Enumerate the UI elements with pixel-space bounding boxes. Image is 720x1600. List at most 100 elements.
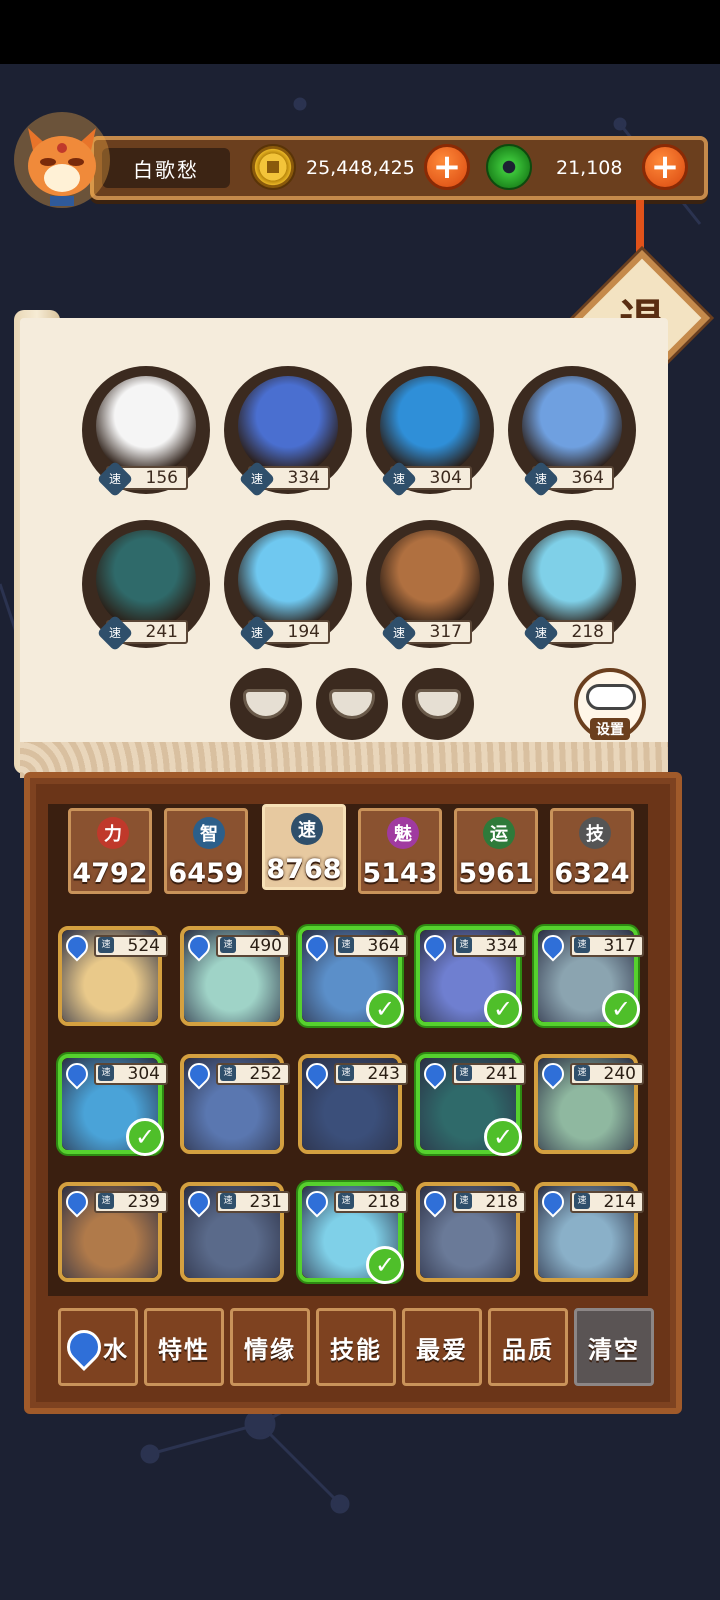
hero-speed-value: 304 <box>127 1064 160 1084</box>
hero-speed-value: 334 <box>485 936 518 956</box>
hero-card[interactable]: 速 317 ✓ <box>534 926 644 1028</box>
hero-card[interactable]: 速 231 <box>180 1182 290 1282</box>
hero-speed-tag: 速 218 <box>301 1186 408 1218</box>
hero-card[interactable]: 速 252 <box>180 1054 290 1154</box>
speed-badge-label: 速 <box>108 626 121 640</box>
empty-bowl-slot[interactable] <box>316 668 388 740</box>
stat-tab-0[interactable]: 力 4792 <box>68 808 152 894</box>
filter-button-6[interactable]: 清空 <box>574 1308 654 1386</box>
speed-badge-icon: 速 <box>338 937 354 953</box>
hero-card[interactable]: 速 218 ✓ <box>298 1182 408 1284</box>
resource-bar: 白歌愁 25,448,425 + 21,108 + <box>90 136 708 200</box>
hero-card[interactable]: 速 490 <box>180 926 290 1026</box>
add-jade-button[interactable]: + <box>642 144 688 190</box>
hero-card[interactable]: 速 364 ✓ <box>298 926 408 1028</box>
team-slot-mahjong-north-tile[interactable]: 速 156 <box>82 366 210 498</box>
hero-speed-value: 239 <box>127 1192 160 1212</box>
team-slot-blue-haired-fox-girl[interactable]: 速 334 <box>224 366 352 498</box>
hero-card[interactable]: 速 214 <box>534 1182 644 1282</box>
fox-mask-avatar-icon[interactable] <box>10 108 114 212</box>
hero-speed-box: 速 252 <box>216 1063 290 1085</box>
hero-card[interactable]: 速 218 <box>416 1182 526 1282</box>
hero-speed-value: 231 <box>249 1192 282 1212</box>
hero-speed-tag: 速 524 <box>61 930 168 962</box>
checkmark-icon: ✓ <box>484 1118 522 1156</box>
team-speed-value: 156 <box>145 468 178 488</box>
water-drop-icon <box>537 1058 569 1090</box>
speed-badge-label: 速 <box>108 472 121 486</box>
team-speed-tag: 速 317 <box>380 614 472 652</box>
speed-badge-label: 速 <box>534 472 547 486</box>
hero-speed-tag: 速 218 <box>419 1186 526 1218</box>
mahjong-north-tile-portrait <box>96 376 196 476</box>
speed-badge-icon: 速 <box>456 937 472 953</box>
stat-badge: 力 <box>97 817 129 849</box>
filter-button-5[interactable]: 品质 <box>488 1308 568 1386</box>
speed-badge-icon: 速 <box>238 460 276 498</box>
hero-card[interactable]: 速 243 <box>298 1054 408 1154</box>
team-speed-value: 364 <box>571 468 604 488</box>
stat-tab-1[interactable]: 智 6459 <box>164 808 248 894</box>
hero-speed-value: 240 <box>603 1064 636 1084</box>
team-speed-tag: 速 304 <box>380 460 472 498</box>
blue-ninja-with-white-beast-portrait <box>522 376 622 476</box>
empty-bowl-slot[interactable] <box>402 668 474 740</box>
hero-speed-box: 速 218 <box>334 1191 408 1213</box>
water-drop-icon <box>183 1058 215 1090</box>
filter-button-2[interactable]: 情缘 <box>230 1308 310 1386</box>
water-drop-icon <box>183 1186 215 1218</box>
settings-button[interactable]: 设置 <box>574 668 646 740</box>
team-slot-cyan-haired-reader[interactable]: 速 218 <box>508 520 636 652</box>
hero-speed-box: 速 214 <box>570 1191 644 1213</box>
filter-button-0[interactable]: 水 <box>58 1308 138 1386</box>
hero-speed-value: 218 <box>485 1192 518 1212</box>
hero-speed-box: 速 304 <box>94 1063 168 1085</box>
stat-tab-2[interactable]: 速 8768 <box>262 804 346 890</box>
hero-speed-box: 速 231 <box>216 1191 290 1213</box>
team-speed-tag: 速 364 <box>522 460 614 498</box>
hero-speed-value: 524 <box>127 936 160 956</box>
team-slot-blue-ninja-with-white-beast[interactable]: 速 364 <box>508 366 636 498</box>
stat-badge: 速 <box>291 813 323 845</box>
hero-card[interactable]: 速 524 <box>58 926 168 1026</box>
hero-card[interactable]: 速 241 ✓ <box>416 1054 526 1156</box>
speed-badge-icon: 速 <box>456 1065 472 1081</box>
speed-badge-label: 速 <box>534 626 547 640</box>
team-speed-tag: 速 156 <box>96 460 188 498</box>
empty-bowl-slot[interactable] <box>230 668 302 740</box>
filter-button-1[interactable]: 特性 <box>144 1308 224 1386</box>
water-drop-icon <box>61 930 93 962</box>
water-drop-icon <box>183 930 215 962</box>
team-slot-water-wave-hero[interactable]: 速 304 <box>366 366 494 498</box>
bronze-rat-tile-portrait <box>380 530 480 630</box>
cyan-haired-reader-portrait <box>522 530 622 630</box>
hero-card[interactable]: 速 239 <box>58 1182 168 1282</box>
hero-card[interactable]: 速 240 <box>534 1054 644 1154</box>
speed-badge-icon: 速 <box>96 460 134 498</box>
stat-value: 8768 <box>266 854 342 885</box>
water-drop-icon <box>61 1058 93 1090</box>
filter-button-3[interactable]: 技能 <box>316 1308 396 1386</box>
filter-label: 品质 <box>502 1335 554 1364</box>
stat-badge: 运 <box>483 817 515 849</box>
checkmark-icon: ✓ <box>366 990 404 1028</box>
team-slot-dragon-scholar[interactable]: 速 241 <box>82 520 210 652</box>
dragon-scholar-portrait <box>96 530 196 630</box>
filter-label: 技能 <box>330 1335 382 1364</box>
stat-tab-3[interactable]: 魅 5143 <box>358 808 442 894</box>
hero-card[interactable]: 速 334 ✓ <box>416 926 526 1028</box>
stat-value: 6459 <box>168 858 244 889</box>
hero-card[interactable]: 速 304 ✓ <box>58 1054 168 1156</box>
stat-tab-5[interactable]: 技 6324 <box>550 808 634 894</box>
filter-button-4[interactable]: 最爱 <box>402 1308 482 1386</box>
stat-tab-4[interactable]: 运 5961 <box>454 808 538 894</box>
hero-speed-tag: 速 240 <box>537 1058 644 1090</box>
hero-speed-tag: 速 239 <box>61 1186 168 1218</box>
hero-speed-box: 速 364 <box>334 935 408 957</box>
add-gold-button[interactable]: + <box>424 144 470 190</box>
stat-badge: 智 <box>193 817 225 849</box>
team-slot-dragon-girl[interactable]: 速 194 <box>224 520 352 652</box>
water-drop-icon <box>419 930 451 962</box>
speed-badge-icon: 速 <box>522 460 560 498</box>
team-slot-bronze-rat-tile[interactable]: 速 317 <box>366 520 494 652</box>
